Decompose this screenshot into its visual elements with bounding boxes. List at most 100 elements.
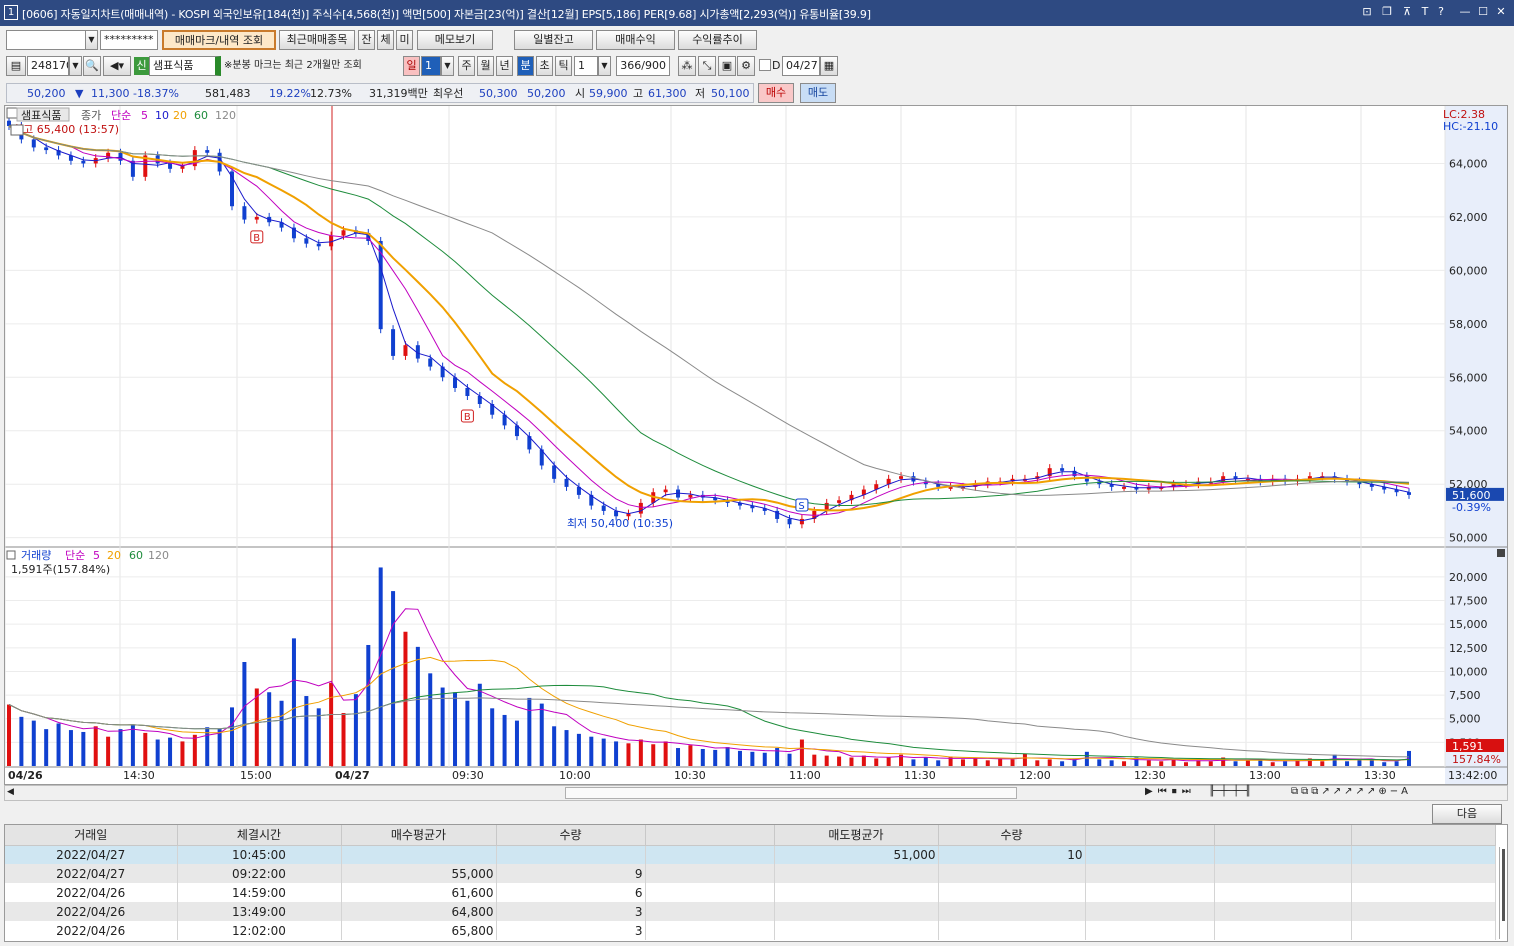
zoom-slider-icon[interactable]: ╟─┼─┼─╢: [1209, 786, 1251, 797]
period-minute-button[interactable]: 분: [517, 56, 534, 76]
price-legend-item: 종가: [81, 109, 101, 122]
tab-executed[interactable]: 체: [377, 30, 394, 50]
save-icon[interactable]: ▣: [718, 56, 736, 76]
col-buy-avg[interactable]: 매수평균가: [341, 825, 497, 846]
col-empty: [645, 825, 775, 846]
price-tick-label: 62,000: [1449, 211, 1488, 224]
interval-input[interactable]: 1: [574, 56, 598, 76]
table-cell: [938, 883, 1086, 902]
help-icon[interactable]: ?: [1434, 5, 1448, 19]
scroll-thumb[interactable]: [565, 787, 1017, 799]
indicator-icon[interactable]: ⁂: [678, 56, 696, 76]
volume-bar: [1060, 761, 1065, 766]
account-select[interactable]: [6, 30, 86, 50]
pin-icon[interactable]: ⊼: [1400, 5, 1414, 19]
best-bid: 50,300: [479, 87, 518, 100]
close-icon[interactable]: ✕: [1494, 5, 1508, 19]
tab-unexecuted[interactable]: 미: [396, 30, 413, 50]
date-input[interactable]: 04/27: [782, 56, 820, 76]
moving-average-line-ma20: [8, 125, 1410, 512]
period-second-button[interactable]: 초: [536, 56, 553, 76]
recent-trades-button[interactable]: 최근매매종목: [279, 30, 355, 50]
volume-bar: [1357, 759, 1362, 766]
date-checkbox[interactable]: [759, 59, 771, 71]
period-week-button[interactable]: 주: [458, 56, 475, 76]
table-row[interactable]: 2022/04/26 14:59:00 61,600 6: [5, 883, 1496, 902]
table-cell: 2022/04/26: [5, 883, 178, 902]
calendar-icon[interactable]: ▦: [820, 56, 838, 76]
next-button[interactable]: 다음: [1432, 804, 1502, 824]
window-badge[interactable]: 1: [4, 5, 18, 20]
chart-nav-icons[interactable]: ▶⏮⏹⏭: [1145, 786, 1196, 797]
turnover-rate: 12.73%: [310, 87, 352, 100]
volume-bar: [1159, 761, 1164, 766]
col-buy-qty[interactable]: 수량: [496, 825, 646, 846]
table-cell: [1214, 921, 1352, 940]
col-sell-qty[interactable]: 수량: [938, 825, 1086, 846]
period-year-button[interactable]: 년: [496, 56, 513, 76]
volume-bars: [7, 567, 1411, 766]
best-quote-label: 최우선: [433, 87, 464, 100]
stock-name-field[interactable]: 샘표식품: [149, 56, 221, 76]
minimize-icon[interactable]: —: [1458, 5, 1472, 19]
drawing-tools-icons[interactable]: ⧉⧉⧉↗↗↗↗↗⊕−A: [1291, 786, 1411, 797]
volume-bar: [1270, 762, 1275, 766]
period-day-button[interactable]: 일: [403, 56, 420, 76]
volume-bar: [1097, 759, 1102, 766]
code-dropdown-icon[interactable]: ▼: [69, 56, 82, 76]
mark-query-button[interactable]: 매매마크/내역 조회: [162, 30, 276, 50]
account-dropdown-icon[interactable]: ▼: [85, 30, 98, 50]
return-trend-button[interactable]: 수익률추이: [678, 30, 757, 50]
trade-profit-button[interactable]: 매매수익: [596, 30, 675, 50]
sell-button[interactable]: 매도: [800, 83, 836, 103]
table-scrollbar[interactable]: [1499, 847, 1507, 939]
tab-balance[interactable]: 잔: [358, 30, 375, 50]
gear-icon[interactable]: ⚙: [737, 56, 755, 76]
table-row[interactable]: 2022/04/26 13:49:00 64,800 3: [5, 902, 1496, 921]
sound-icon[interactable]: ◀▾: [103, 56, 131, 76]
scroll-left-icon[interactable]: ◀: [7, 787, 14, 797]
buy-button[interactable]: 매수: [758, 83, 794, 103]
volume-tick-label: 12,500: [1449, 642, 1488, 655]
volume-bar: [725, 747, 730, 766]
period-value-input[interactable]: 1: [421, 56, 441, 76]
col-exec-time[interactable]: 체결시간: [177, 825, 342, 846]
stock-code-input[interactable]: 248170: [27, 56, 69, 76]
data-count-input[interactable]: 366/900: [616, 56, 670, 76]
period-tick-button[interactable]: 틱: [555, 56, 572, 76]
chart-area[interactable]: 04/26 14:30 15:00 04/27 09:30 10:00 10:30 11:00…: [4, 105, 1508, 785]
volume-tick-label: 17,500: [1449, 595, 1488, 608]
period-month-button[interactable]: 월: [477, 56, 494, 76]
col-trade-date[interactable]: 거래일: [5, 825, 178, 846]
volume-bar: [1394, 761, 1399, 766]
daily-balance-button[interactable]: 일별잔고: [514, 30, 593, 50]
candle-body: [242, 206, 247, 220]
compare-icon[interactable]: ⤡: [698, 56, 716, 76]
table-row[interactable]: 2022/04/27 09:22:00 55,000 9: [5, 864, 1496, 883]
chart-canvas[interactable]: 04/26 14:30 15:00 04/27 09:30 10:00 10:30 11:00…: [4, 106, 1507, 784]
chart-settings-icon[interactable]: ▤: [6, 56, 26, 76]
table-row[interactable]: 2022/04/27 10:45:00 51,000 10: [5, 845, 1496, 864]
search-icon[interactable]: 🔍: [83, 56, 101, 76]
volume-bar: [787, 753, 792, 766]
volume-bar: [1320, 761, 1325, 766]
volume-bar: [490, 708, 495, 766]
layout-icon[interactable]: ⊡: [1360, 5, 1374, 19]
col-sell-avg[interactable]: 매도평균가: [774, 825, 939, 846]
memo-view-button[interactable]: 메모보기: [417, 30, 493, 50]
current-rate-label: -0.39%: [1452, 501, 1491, 514]
period-dropdown-icon[interactable]: ▼: [441, 56, 454, 76]
table-header: 거래일 체결시간 매수평균가 수량 매도평균가 수량: [5, 825, 1496, 846]
password-field[interactable]: *********: [100, 30, 158, 50]
volume-tick-label: 20,000: [1449, 571, 1488, 584]
chart-scrollbar[interactable]: ◀ ▶⏮⏹⏭ ╟─┼─┼─╢ ⧉⧉⧉↗↗↗↗↗⊕−A: [4, 785, 1508, 801]
copy-window-icon[interactable]: ❐: [1380, 5, 1394, 19]
table-cell: [1351, 883, 1496, 902]
font-size-icon[interactable]: T: [1418, 5, 1432, 19]
table-cell: 14:59:00: [177, 883, 342, 902]
maximize-icon[interactable]: ☐: [1476, 5, 1490, 19]
interval-dropdown-icon[interactable]: ▼: [598, 56, 611, 76]
table-row[interactable]: 2022/04/26 12:02:00 65,800 3: [5, 921, 1496, 940]
volume-bar: [923, 757, 928, 766]
table-cell: 12:02:00: [177, 921, 342, 940]
